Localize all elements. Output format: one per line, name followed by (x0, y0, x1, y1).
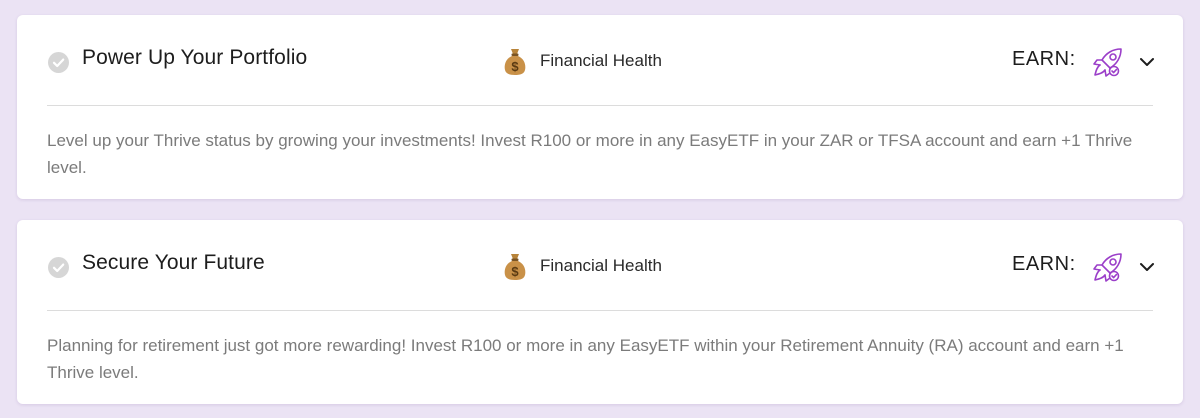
money-bag-icon: $ (503, 46, 527, 76)
category-label: Financial Health (540, 256, 662, 275)
category-tag: $ Financial Health (503, 45, 662, 77)
card-header[interactable]: Secure Your Future $ Financial Health EA… (17, 220, 1183, 311)
category-tag: $ Financial Health (503, 250, 662, 282)
card-header[interactable]: Power Up Your Portfolio $ Financial Heal… (17, 15, 1183, 106)
card-title: Power Up Your Portfolio (82, 46, 308, 69)
divider (47, 310, 1153, 311)
earn-label: EARN: (1012, 48, 1076, 70)
card-title: Secure Your Future (82, 251, 265, 274)
rocket-icon[interactable] (1091, 45, 1125, 79)
card-description: Planning for retirement just got more re… (47, 336, 1124, 382)
check-circle-icon (48, 52, 69, 73)
money-bag-icon: $ (503, 251, 527, 281)
chevron-down-icon[interactable] (1139, 55, 1155, 67)
challenge-card: Secure Your Future $ Financial Health EA… (17, 220, 1183, 404)
divider (47, 105, 1153, 106)
rocket-icon[interactable] (1091, 250, 1125, 284)
check-circle-icon (48, 257, 69, 278)
challenge-card: Power Up Your Portfolio $ Financial Heal… (17, 15, 1183, 199)
card-description: Level up your Thrive status by growing y… (47, 131, 1133, 177)
svg-text:$: $ (511, 264, 519, 279)
svg-text:$: $ (511, 59, 519, 74)
earn-label: EARN: (1012, 253, 1076, 275)
chevron-down-icon[interactable] (1139, 260, 1155, 272)
category-label: Financial Health (540, 51, 662, 70)
